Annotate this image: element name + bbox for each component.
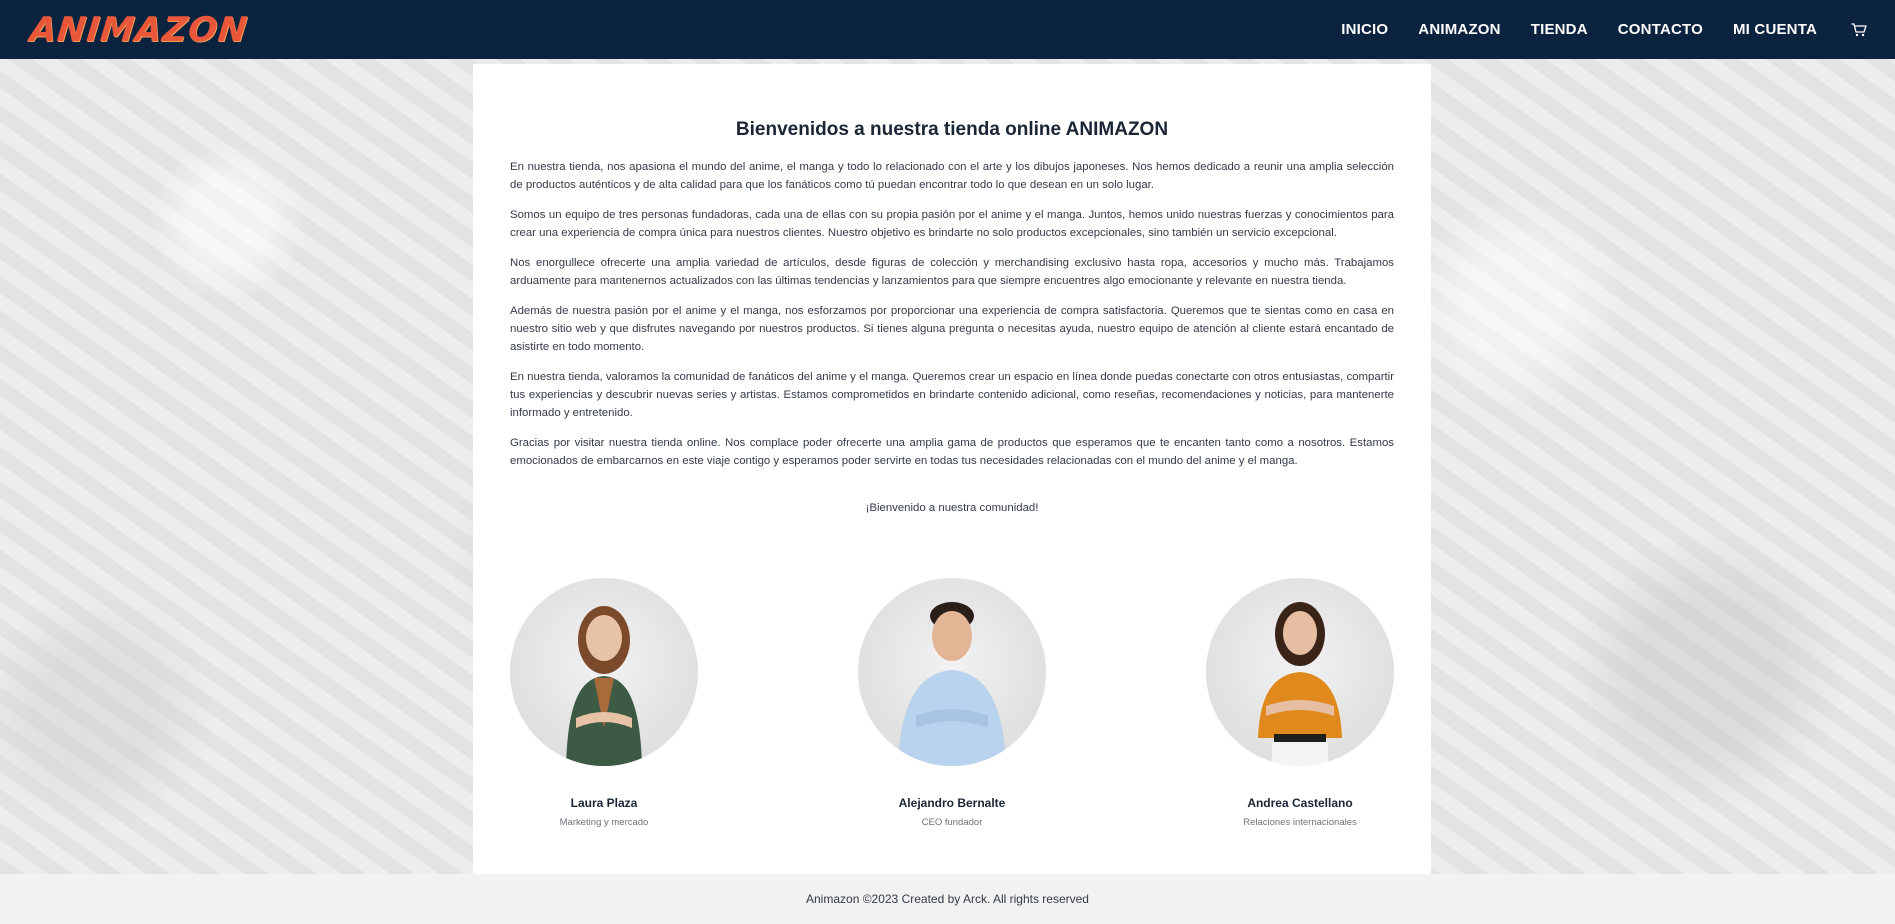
site-logo[interactable]: ANIMAZON — [28, 10, 250, 50]
nav-mi-cuenta[interactable]: MI CUENTA — [1733, 21, 1817, 38]
welcome-message: ¡Bienvenido a nuestra comunidad! — [865, 502, 1039, 514]
paragraph: Además de nuestra pasión por el anime y … — [510, 305, 1394, 353]
member-name: Andrea Castellano — [1247, 796, 1353, 810]
member-name: Laura Plaza — [570, 796, 638, 810]
nav-animazon[interactable]: ANIMAZON — [1418, 21, 1500, 38]
paragraph: En nuestra tienda, nos apasiona el mundo… — [510, 161, 1394, 191]
page-title: Bienvenidos a nuestra tienda online ANIM… — [735, 119, 1169, 140]
paragraph: En nuestra tienda, valoramos la comunida… — [510, 371, 1394, 419]
main-nav: INICIO ANIMAZON TIENDA CONTACTO MI CUENT… — [1311, 21, 1867, 38]
paragraph: Nos enorgullece ofrecerte una amplia var… — [510, 257, 1394, 287]
intro-text: En nuestra tienda, nos apasiona el mundo… — [510, 158, 1394, 482]
nav-contacto[interactable]: CONTACTO — [1618, 21, 1703, 38]
navbar: ANIMAZON INICIO ANIMAZON TIENDA CONTACTO… — [0, 0, 1895, 59]
shopping-cart-icon[interactable] — [1851, 22, 1867, 37]
member-name: Alejandro Bernalte — [898, 796, 1006, 810]
paragraph: Gracias por visitar nuestra tienda onlin… — [510, 437, 1394, 467]
team-member: Laura Plaza Marketing y mercado — [510, 578, 698, 828]
avatar-laura — [510, 578, 698, 766]
about-card: Bienvenidos a nuestra tienda online ANIM… — [473, 64, 1431, 874]
footer-text: Animazon ©2023 Created by Arck. All righ… — [806, 892, 1089, 906]
member-role: Marketing y mercado — [559, 817, 649, 828]
member-role: Relaciones internacionales — [1243, 817, 1357, 828]
footer: Animazon ©2023 Created by Arck. All righ… — [0, 874, 1895, 924]
nav-tienda[interactable]: TIENDA — [1531, 21, 1588, 38]
team-section: Laura Plaza Marketing y mercado Alejandr… — [510, 578, 1394, 828]
paragraph: Somos un equipo de tres personas fundado… — [510, 209, 1394, 239]
avatar-andrea — [1206, 578, 1394, 766]
avatar-alejandro — [858, 578, 1046, 766]
nav-inicio[interactable]: INICIO — [1341, 21, 1388, 38]
team-member: Alejandro Bernalte CEO fundador — [858, 578, 1046, 828]
member-role: CEO fundador — [921, 817, 983, 828]
team-member: Andrea Castellano Relaciones internacion… — [1206, 578, 1394, 828]
